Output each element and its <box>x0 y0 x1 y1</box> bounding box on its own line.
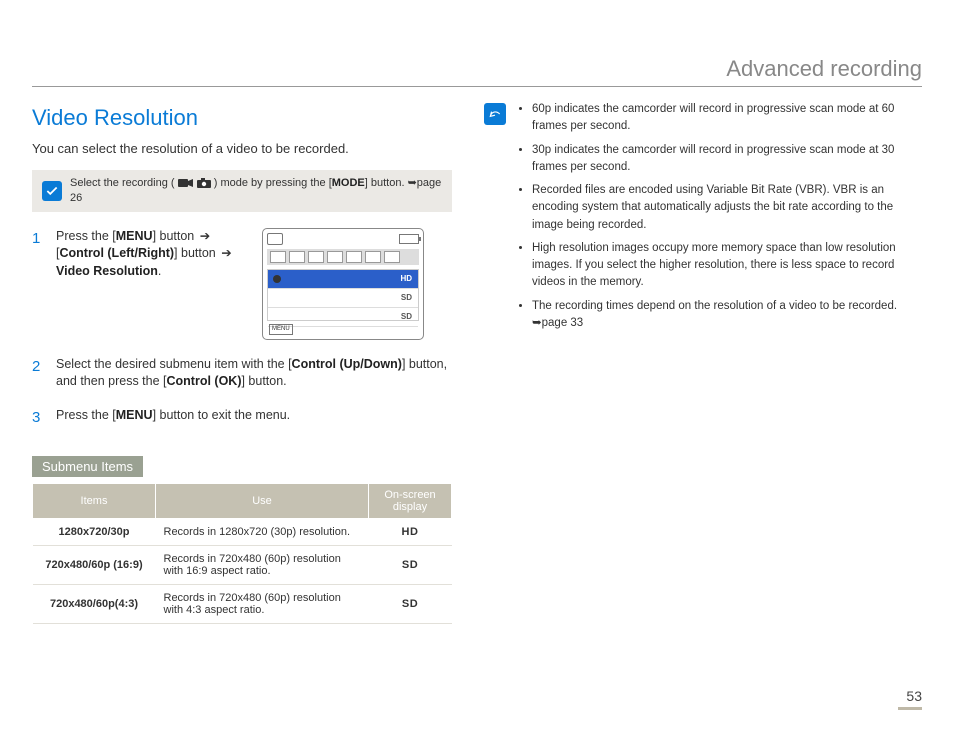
photo-mode-icon <box>197 177 211 189</box>
submenu-header: Submenu Items <box>32 456 143 477</box>
intro-text: You can select the resolution of a video… <box>32 141 452 156</box>
mode-hint-text: Select the recording ( ) mode by pressin… <box>70 176 442 206</box>
note-item: 60p indicates the camcorder will record … <box>532 101 922 136</box>
video-mode-icon <box>178 177 194 189</box>
page-number: 53 <box>898 688 922 710</box>
manual-page: Advanced recording Video Resolution You … <box>0 0 954 730</box>
notes-list: 60p indicates the camcorder will record … <box>516 101 922 338</box>
lcd-illustration: HD SD SD MENU <box>262 228 424 340</box>
col-use: Use <box>156 483 369 518</box>
table-row: 1280x720/30p Records in 1280x720 (30p) r… <box>33 518 452 545</box>
table-row: 720x480/60p (16:9) Records in 720x480 (6… <box>33 545 452 584</box>
col-items: Items <box>33 483 156 518</box>
submenu-table: Items Use On-screen display 1280x720/30p… <box>32 483 452 624</box>
menu-ribbon <box>267 249 419 265</box>
step-2: 2 Select the desired submenu item with t… <box>32 356 452 391</box>
step-1: 1 Press the [MENU] button ➔ [Control (Le… <box>32 228 452 340</box>
left-column: Video Resolution You can select the reso… <box>32 101 452 624</box>
battery-icon <box>399 234 419 244</box>
mode-hint-box: Select the recording ( ) mode by pressin… <box>32 170 452 212</box>
lcd-menu-label: MENU <box>269 324 293 334</box>
col-osd: On-screen display <box>369 483 452 518</box>
note-item: Recorded files are encoded using Variabl… <box>532 182 922 234</box>
lcd-row: SD <box>268 289 418 308</box>
note-item: High resolution images occupy more memor… <box>532 240 922 292</box>
steps-list: 1 Press the [MENU] button ➔ [Control (Le… <box>32 228 452 428</box>
right-column: 60p indicates the camcorder will record … <box>484 101 922 624</box>
note-item: The recording times depend on the resolu… <box>532 298 922 333</box>
lcd-row-selected: HD <box>268 270 418 289</box>
note-item: 30p indicates the camcorder will record … <box>532 142 922 177</box>
camcorder-icon <box>267 233 283 245</box>
section-title: Video Resolution <box>32 105 452 131</box>
check-icon <box>42 181 62 201</box>
chapter-title: Advanced recording <box>32 56 922 87</box>
note-icon <box>484 103 506 125</box>
table-row: 720x480/60p(4:3) Records in 720x480 (60p… <box>33 584 452 623</box>
step-3: 3 Press the [MENU] button to exit the me… <box>32 407 452 428</box>
